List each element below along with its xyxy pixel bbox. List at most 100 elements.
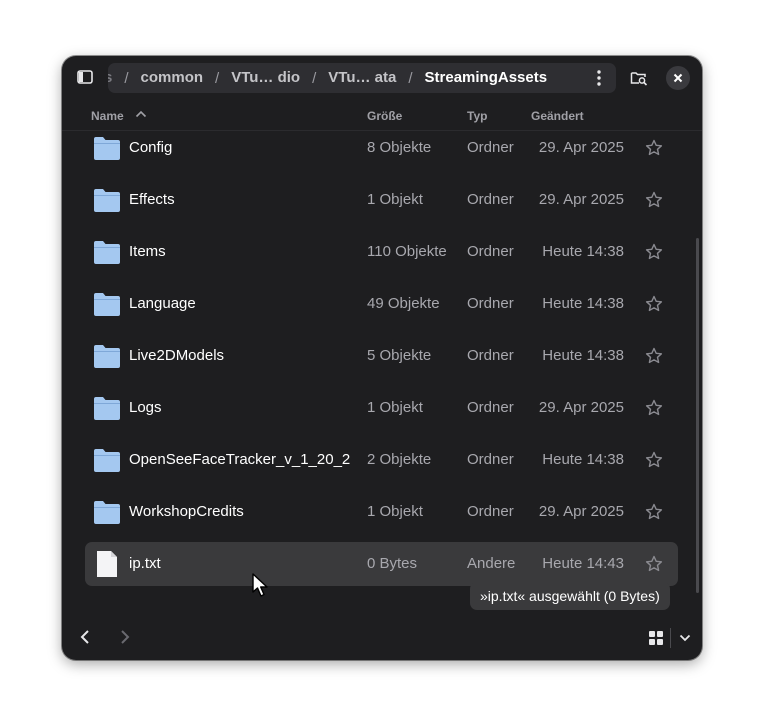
item-name: WorkshopCredits (129, 503, 244, 520)
text-file-icon (97, 551, 117, 577)
favorite-star-button[interactable] (645, 243, 663, 265)
file-manager-window: s / common / VTu… dio / VTu… ata / StreamingAsse… (62, 56, 702, 660)
star-icon (645, 191, 663, 208)
chevron-down-icon (679, 634, 691, 642)
item-name: ip.txt (129, 555, 161, 572)
star-icon (645, 347, 663, 364)
favorite-star-button[interactable] (645, 503, 663, 525)
breadcrumb-item[interactable]: VTu… dio (221, 63, 310, 93)
forward-button[interactable] (114, 626, 136, 648)
chevron-left-icon (80, 630, 89, 644)
list-item[interactable]: Config 8 Objekte Ordner 29. Apr 2025 (85, 126, 678, 170)
favorite-star-button[interactable] (645, 399, 663, 421)
folder-icon (94, 345, 120, 368)
breadcrumb-separator: / (312, 69, 317, 87)
breadcrumb-item[interactable]: StreamingAssets (415, 63, 558, 93)
item-size: 5 Objekte (367, 347, 432, 364)
item-type: Ordner (467, 451, 514, 468)
list-item[interactable]: Items 110 Objekte Ordner Heute 14:38 (85, 230, 678, 274)
view-divider (670, 628, 671, 648)
breadcrumb-item[interactable]: s (108, 63, 122, 93)
star-icon (645, 399, 663, 416)
item-type: Ordner (467, 139, 514, 156)
list-item[interactable]: Language 49 Objekte Ordner Heute 14:38 (85, 282, 678, 326)
file-icon-wrap (93, 550, 121, 583)
item-size: 1 Objekt (367, 191, 423, 208)
close-icon (673, 73, 683, 83)
folder-icon-wrap (93, 134, 121, 167)
folder-icon-wrap (93, 186, 121, 219)
star-icon (645, 451, 663, 468)
column-header-name[interactable]: Name (91, 109, 124, 123)
item-changed: Heute 14:38 (542, 243, 624, 260)
item-size: 49 Objekte (367, 295, 440, 312)
item-type: Ordner (467, 295, 514, 312)
view-options-button[interactable] (675, 628, 695, 648)
item-size: 8 Objekte (367, 139, 432, 156)
item-size: 2 Objekte (367, 451, 432, 468)
list-item[interactable]: OpenSeeFaceTracker_v_1_20_2 2 Objekte Ordn… (85, 438, 678, 482)
favorite-star-button[interactable] (645, 347, 663, 369)
favorite-star-button[interactable] (645, 191, 663, 213)
favorite-star-button[interactable] (645, 555, 663, 577)
item-name: Config (129, 139, 173, 156)
item-name: Effects (129, 191, 175, 208)
item-size: 1 Objekt (367, 503, 423, 520)
star-icon (645, 555, 663, 572)
list-item[interactable]: WorkshopCredits 1 Objekt Ordner 29. Apr 202… (85, 490, 678, 534)
item-changed: 29. Apr 2025 (538, 139, 624, 156)
breadcrumb-item[interactable]: VTu… ata (318, 63, 406, 93)
item-type: Ordner (467, 399, 514, 416)
item-type: Ordner (467, 243, 514, 260)
folder-icon-wrap (93, 342, 121, 375)
column-header-changed[interactable]: Geändert (531, 109, 584, 123)
column-header-type[interactable]: Typ (467, 109, 487, 123)
star-icon (645, 295, 663, 312)
close-button[interactable] (666, 66, 690, 90)
item-changed: Heute 14:38 (542, 451, 624, 468)
item-changed: 29. Apr 2025 (538, 399, 624, 416)
scrollbar[interactable] (696, 238, 699, 593)
search-folder-button[interactable] (626, 65, 652, 91)
back-button[interactable] (74, 626, 96, 648)
folder-icon-wrap (93, 498, 121, 531)
path-menu-button[interactable] (586, 63, 612, 93)
sidebar-toggle-button[interactable] (72, 64, 98, 90)
column-header-size[interactable]: Größe (367, 109, 402, 123)
grid-view-button[interactable] (646, 628, 666, 648)
breadcrumb-item[interactable]: common (131, 63, 214, 93)
chevron-right-icon (121, 630, 130, 644)
item-type: Ordner (467, 191, 514, 208)
item-name: Logs (129, 399, 162, 416)
item-name: Items (129, 243, 166, 260)
breadcrumb-separator: / (124, 69, 129, 87)
folder-icon (94, 397, 120, 420)
favorite-star-button[interactable] (645, 139, 663, 161)
folder-icon-wrap (93, 290, 121, 323)
favorite-star-button[interactable] (645, 295, 663, 317)
folder-icon (94, 501, 120, 524)
item-changed: 29. Apr 2025 (538, 503, 624, 520)
item-type: Andere (467, 555, 516, 572)
breadcrumb: s / common / VTu… dio / VTu… ata / StreamingAsse… (108, 63, 616, 93)
folder-search-icon (630, 72, 648, 86)
list-item[interactable]: ip.txt 0 Bytes Andere Heute 14:43 (85, 542, 678, 586)
list-item[interactable]: Live2DModels 5 Objekte Ordner Heute 14:38 (85, 334, 678, 378)
item-size: 110 Objekte (367, 243, 447, 260)
item-name: Live2DModels (129, 347, 225, 364)
list-item[interactable]: Effects 1 Objekt Ordner 29. Apr 2025 (85, 178, 678, 222)
folder-icon (94, 449, 120, 472)
folder-icon-wrap (93, 446, 121, 479)
item-size: 0 Bytes (367, 555, 418, 572)
favorite-star-button[interactable] (645, 451, 663, 473)
folder-icon (94, 189, 120, 212)
folder-icon-wrap (93, 238, 121, 271)
selection-status: »ip.txt« ausgewählt (0 Bytes) (470, 582, 670, 610)
item-type: Ordner (467, 503, 514, 520)
list-item[interactable]: Logs 1 Objekt Ordner 29. Apr 2025 (85, 386, 678, 430)
folder-icon (94, 137, 120, 160)
grid-icon (649, 631, 663, 645)
item-type: Ordner (467, 347, 514, 364)
star-icon (645, 503, 663, 520)
star-icon (645, 139, 663, 156)
